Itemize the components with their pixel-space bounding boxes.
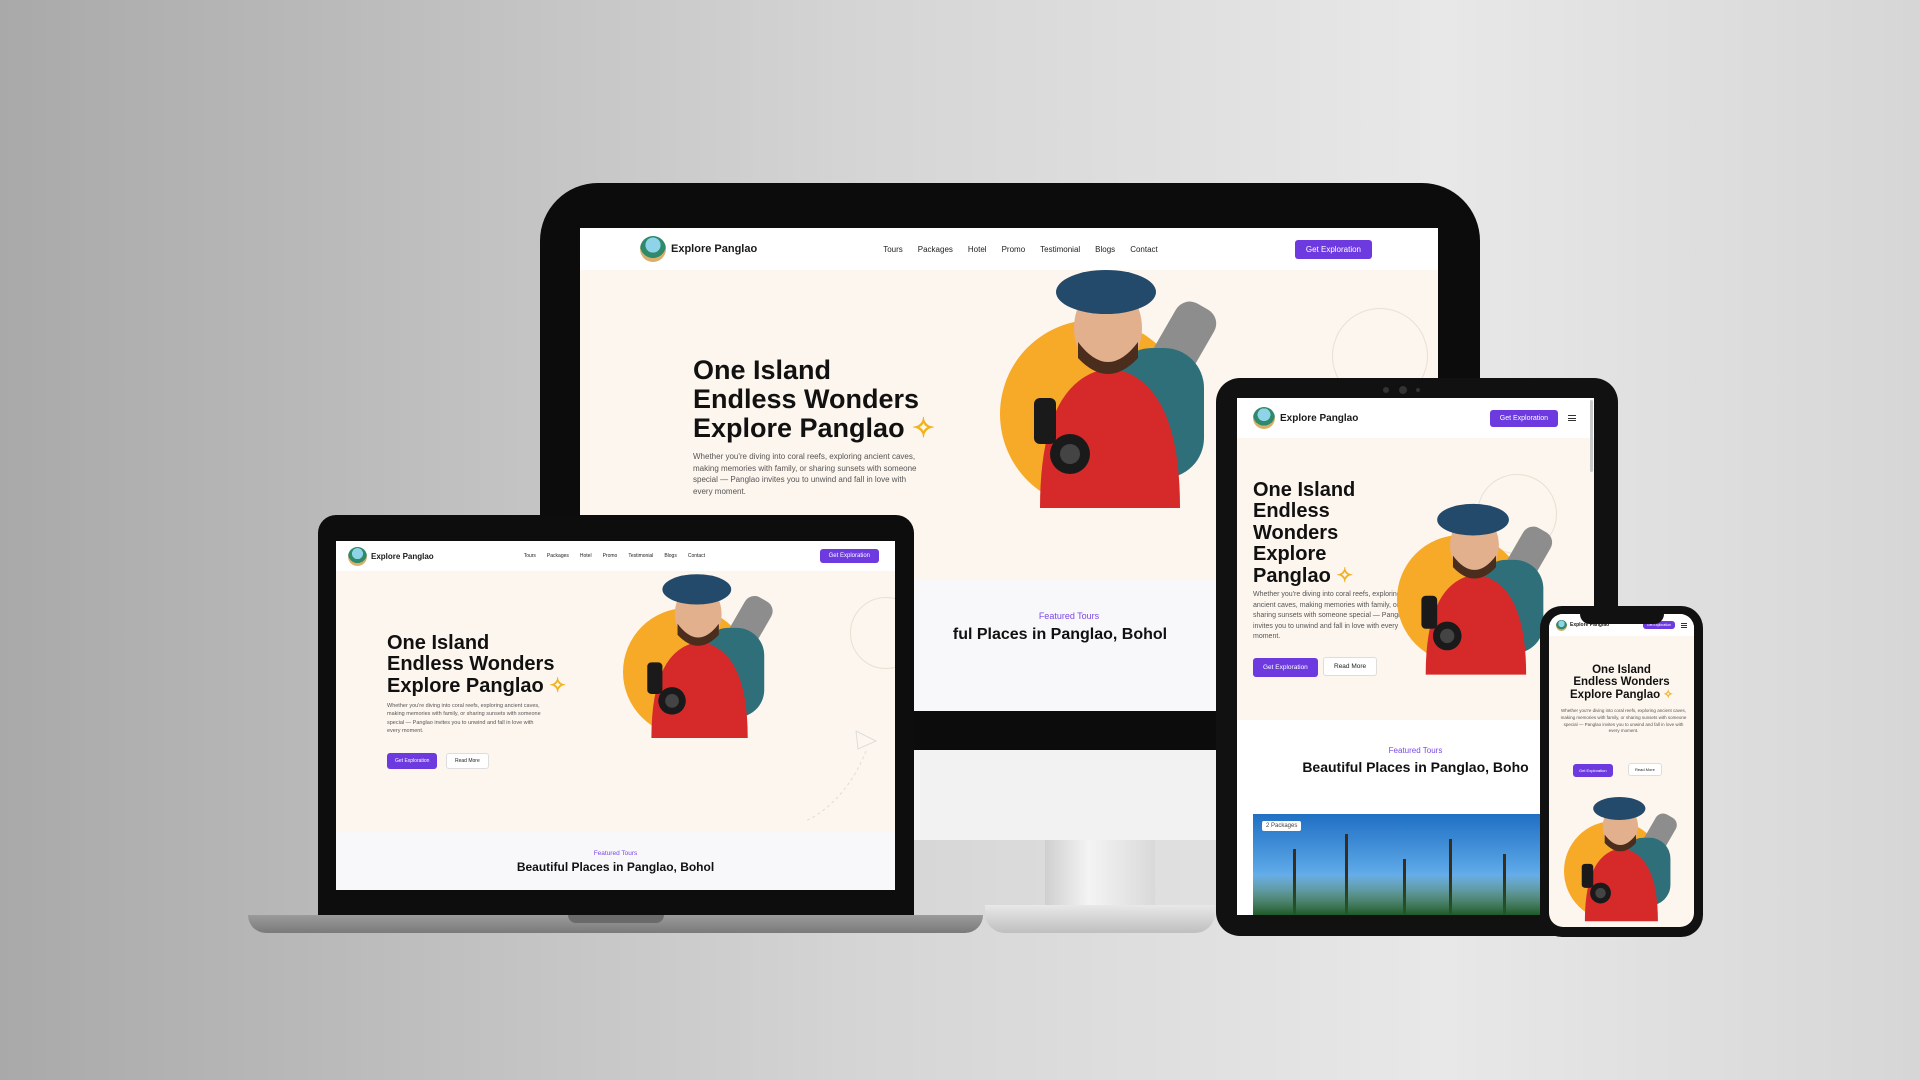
phone-notch <box>1580 612 1664 624</box>
nav-link-hotel[interactable]: Hotel <box>968 245 987 254</box>
sparkle-star-icon: ✧ <box>549 674 567 697</box>
traveler-illustration <box>1034 270 1217 508</box>
hero-line-3: Explore Panglao <box>693 412 905 443</box>
hero-traveler-image <box>1397 495 1562 675</box>
hero-line-2: Endless Wonders <box>1573 676 1670 689</box>
tablet-camera <box>1383 387 1389 393</box>
nav-links: Tours Packages Hotel Promo Testimonial B… <box>524 553 705 559</box>
hero-traveler-image <box>1564 789 1684 927</box>
island-logo-icon[interactable] <box>640 236 666 262</box>
hero-read-more-button[interactable]: Read More <box>446 753 489 769</box>
hero-paragraph: Whether you're diving into coral reefs, … <box>1253 591 1408 640</box>
traveler-illustration <box>647 574 773 738</box>
nav-link-blogs[interactable]: Blogs <box>1095 245 1115 254</box>
hero-headline: One Island Endless Wonders Explore Pangl… <box>1549 664 1694 701</box>
hero-line-1: One Island <box>1592 664 1651 676</box>
desktop-monitor-foot <box>985 905 1215 933</box>
hero-line-2: Endless Wonders <box>693 383 920 414</box>
hero-line-1: One Island <box>693 355 832 385</box>
hero-traveler-image <box>623 566 783 738</box>
nav-links: Tours Packages Hotel Promo Testimonial B… <box>883 245 1158 254</box>
nav-cta-button[interactable]: Get Exploration <box>819 549 879 563</box>
featured-section: Featured Tours Beautiful Places in Pangl… <box>336 831 895 890</box>
hero-headline: One Island Endless Wonders Explore Pangl… <box>387 632 567 697</box>
hero-line-1: One Island <box>1253 479 1356 501</box>
hero-read-more-button[interactable]: Read More <box>1628 763 1662 776</box>
brand-name[interactable]: Explore Panglao <box>371 552 434 561</box>
brand-name[interactable]: Explore Panglao <box>1280 413 1358 424</box>
brand-name[interactable]: Explore Panglao <box>671 243 757 255</box>
nav-link-contact[interactable]: Contact <box>688 553 705 559</box>
hero-get-exploration-button[interactable]: Get Exploration <box>387 753 438 769</box>
sparkle-star-icon: ✧ <box>912 412 935 443</box>
hero-get-exploration-button[interactable]: Get Exploration <box>1573 764 1613 777</box>
nav-link-promo[interactable]: Promo <box>1002 245 1026 254</box>
tablet-camera-lens <box>1399 386 1407 394</box>
island-logo-icon[interactable] <box>1556 619 1567 631</box>
nav-link-testimonial[interactable]: Testimonial <box>1040 245 1080 254</box>
island-logo-icon[interactable] <box>1253 407 1275 429</box>
featured-title: Beautiful Places in Panglao, Bohol <box>516 860 715 874</box>
nav-link-packages[interactable]: Packages <box>547 553 569 559</box>
tablet-scrollbar[interactable] <box>1590 400 1593 472</box>
nav-cta-button[interactable]: Get Exploration <box>1294 239 1372 259</box>
hero-read-more-button[interactable]: Read More <box>1323 657 1378 676</box>
hamburger-menu-icon[interactable] <box>1681 622 1687 628</box>
hero-line-2a: Endless <box>1253 500 1330 523</box>
featured-tag: Featured Tours <box>593 850 638 857</box>
laptop-screen: Explore Panglao Tours Packages Hotel Pro… <box>336 541 895 890</box>
package-count-badge: 2 Packages <box>1262 821 1302 831</box>
nav-link-blogs[interactable]: Blogs <box>664 553 677 559</box>
nav-cta-button[interactable]: Get Exploration <box>1489 409 1558 427</box>
paper-plane-icon <box>806 730 878 822</box>
nav-link-contact[interactable]: Contact <box>1130 245 1158 254</box>
hero-line-3b: Panglao <box>1253 564 1331 587</box>
nav-link-packages[interactable]: Packages <box>918 245 953 254</box>
hero-headline: One Island Endless Wonders Explore Pangl… <box>1253 479 1356 587</box>
hero-line-2b: Wonders <box>1253 521 1339 544</box>
hero-paragraph: Whether you're diving into coral reefs, … <box>693 452 917 496</box>
nav-link-tours[interactable]: Tours <box>883 245 903 254</box>
hero-line-1: One Island <box>387 632 490 654</box>
hero-line-3: Explore Panglao <box>387 674 544 697</box>
traveler-illustration <box>1421 503 1553 675</box>
tablet-navbar: Explore Panglao Get Exploration <box>1237 398 1594 438</box>
nav-link-hotel[interactable]: Hotel <box>580 553 592 559</box>
hero-paragraph: Whether you're diving into coral reefs, … <box>387 703 541 734</box>
hero-line-2: Endless Wonders <box>387 653 555 676</box>
hero-traveler-image <box>1000 258 1230 508</box>
tablet-sensor <box>1416 388 1420 392</box>
desktop-monitor-stand <box>1045 840 1155 910</box>
laptop-hinge-notch <box>568 915 664 923</box>
hero-paragraph: Whether you're diving into coral reefs, … <box>1560 708 1687 734</box>
nav-link-tours[interactable]: Tours <box>524 553 536 559</box>
hero-get-exploration-button[interactable]: Get Exploration <box>1253 658 1318 677</box>
hero-line-3: Explore Panglao <box>1570 688 1661 701</box>
traveler-illustration <box>1581 797 1677 922</box>
sparkle-star-icon: ✧ <box>1663 688 1673 701</box>
sparkle-star-icon: ✧ <box>1336 564 1354 587</box>
nav-link-promo[interactable]: Promo <box>603 553 618 559</box>
nav-link-testimonial[interactable]: Testimonial <box>628 553 653 559</box>
hero-headline: One Island Endless Wonders Explore Pangl… <box>693 356 935 443</box>
decorative-circle <box>850 597 895 669</box>
hamburger-menu-icon[interactable] <box>1568 415 1576 421</box>
hero-line-3a: Explore <box>1253 543 1327 566</box>
island-logo-icon[interactable] <box>348 546 367 566</box>
laptop-navbar: Explore Panglao Tours Packages Hotel Pro… <box>336 541 895 571</box>
phone-screen: Explore Panglao Get Exploration One Isla… <box>1549 614 1694 927</box>
